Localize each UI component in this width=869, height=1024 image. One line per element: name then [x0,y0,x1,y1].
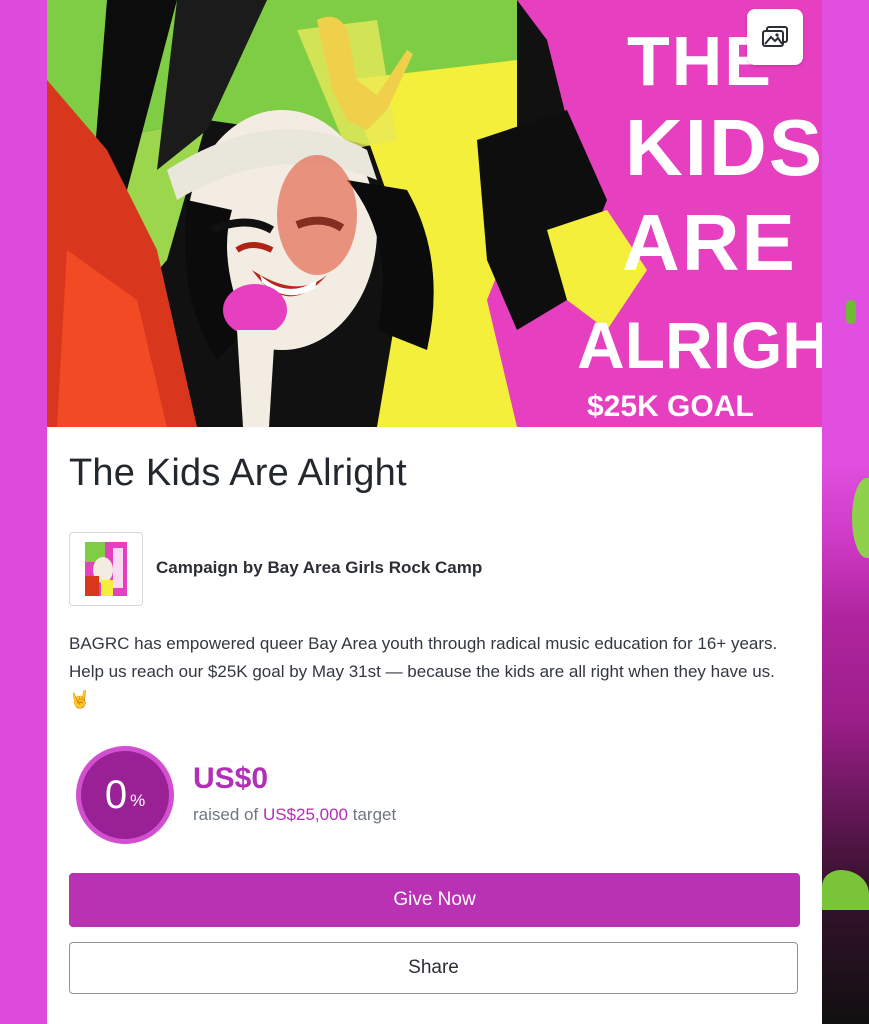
target-suffix: target [352,805,397,824]
campaign-hero-image[interactable]: THE KIDS ARE ALRIGHT $25K GOAL [47,0,822,427]
campaign-card: THE KIDS ARE ALRIGHT $25K GOAL The Kids … [47,0,822,1024]
hero-text-alright: ALRIGHT [577,308,822,382]
raised-prefix: raised of [193,805,259,824]
hero-text-goal: $25K GOAL [587,390,754,423]
percent-value: 0 [104,772,128,817]
share-button[interactable]: Share [69,942,798,994]
raised-amount: US$0 [193,762,269,795]
gallery-button[interactable] [747,9,803,65]
raised-summary: raised of US$25,000 target [193,805,396,825]
hero-text-kids: KIDS [625,103,822,192]
background-art [822,0,869,1024]
image-gallery-icon [762,26,788,47]
percent-symbol: % [130,791,146,810]
organizer-label[interactable]: Campaign by Bay Area Girls Rock Camp [156,558,482,578]
target-amount: US$25,000 [262,805,349,824]
campaign-description: BAGRC has empowered queer Bay Area youth… [69,630,799,714]
campaign-title: The Kids Are Alright [69,452,407,494]
description-text: BAGRC has empowered queer Bay Area youth… [69,634,778,681]
rock-hand-emoji: 🤘 [69,690,91,710]
give-now-button[interactable]: Give Now [69,873,800,927]
hero-text-are: ARE [622,198,797,287]
organizer-logo[interactable] [69,532,143,606]
progress-percent: 0 % [73,743,177,847]
